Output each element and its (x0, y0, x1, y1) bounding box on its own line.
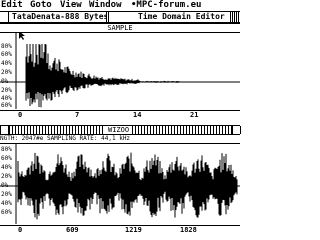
menu-view[interactable]: View (60, 0, 82, 10)
bottom-xtick-1: 609 (66, 226, 79, 234)
bottom-xtick-2: 1219 (125, 226, 142, 234)
scroll-right-arrow-icon[interactable] (232, 126, 241, 134)
top-xtick-3: 21 (190, 111, 199, 119)
sample-info-text: NGTH: 2047#e SAMPLING RATE: 44,1 kHz (0, 135, 131, 142)
menu-goto[interactable]: Goto (30, 0, 52, 10)
bottom-xtick-0: 0 (18, 226, 23, 234)
editor-title: Time Domain Editor (138, 12, 225, 21)
title-hatch-mid (106, 12, 110, 22)
bottom-waveform-plot[interactable] (0, 144, 240, 224)
close-box-icon[interactable] (0, 12, 9, 22)
top-x-axis: 0 7 14 21 (0, 110, 240, 120)
top-panel-title: SAMPLE (107, 24, 133, 32)
menu-edit[interactable]: Edit (1, 0, 23, 10)
top-xtick-2: 14 (133, 111, 142, 119)
menu-forum[interactable]: •MPC-forum.eu (131, 0, 201, 10)
menu-window[interactable]: Window (89, 0, 122, 10)
bottom-waveform-pane[interactable]: 80% 60% 40% 20% 0% 20% 40% 60% (0, 144, 240, 224)
sample-info-line: NGTH: 2047#e SAMPLING RATE: 44,1 kHz (0, 134, 240, 144)
file-name-label: TataDenata-888 Bytes (12, 12, 109, 21)
top-xtick-0: 0 (18, 111, 23, 119)
bottom-xtick-3: 1828 (180, 226, 197, 234)
menu-bar: Edit Goto View Window •MPC-forum.eu (0, 0, 240, 12)
bottom-panel-title: WIZOO (105, 126, 133, 134)
scroll-left-arrow-icon[interactable] (0, 126, 9, 134)
title-hatch-right (230, 12, 240, 22)
bottom-x-axis: 0 609 1219 1828 (0, 225, 240, 236)
window-titlebar[interactable]: TataDenata-888 Bytes Time Domain Editor (0, 12, 240, 23)
top-xtick-1: 7 (75, 111, 80, 119)
top-panel-header: SAMPLE (0, 23, 240, 33)
title-hatch-left (9, 12, 11, 22)
top-waveform-plot[interactable] (0, 33, 240, 109)
top-waveform-pane[interactable]: 80% 60% 40% 20% 0% 20% 40% 60% (0, 33, 240, 109)
